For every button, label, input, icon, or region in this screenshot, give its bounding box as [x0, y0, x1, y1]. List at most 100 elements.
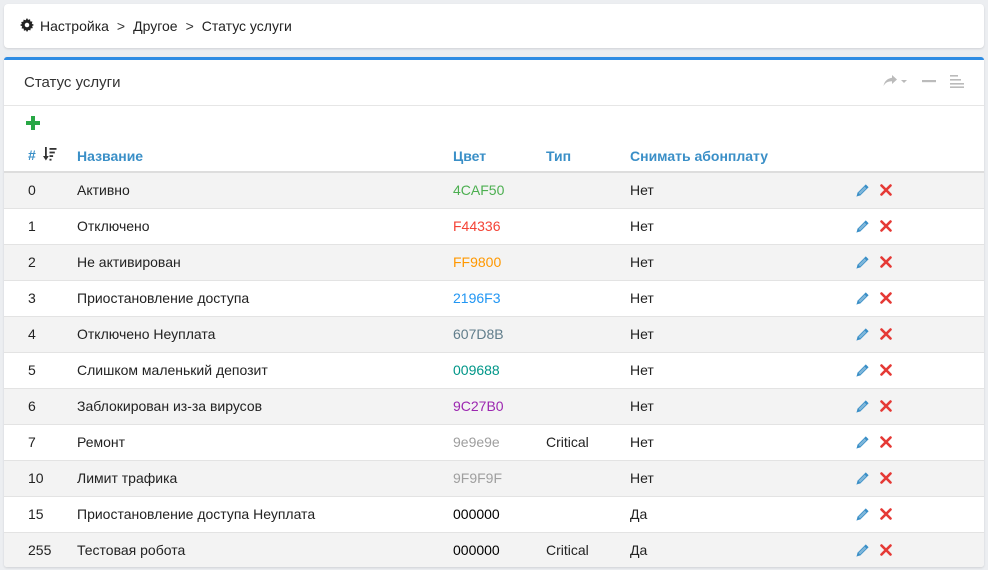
column-header-type[interactable]: Тип: [546, 140, 630, 173]
cell-fee: Нет: [630, 387, 855, 424]
pencil-icon[interactable]: [855, 399, 870, 414]
cell-type: Critical: [546, 531, 630, 567]
table-row: 3 Приостановление доступа 2196F3 Нет: [4, 279, 984, 316]
pencil-icon[interactable]: [855, 219, 870, 234]
cell-color: 9e9e9e: [453, 423, 546, 460]
cell-actions: [855, 531, 984, 567]
close-icon[interactable]: [880, 436, 892, 448]
cell-fee: Нет: [630, 459, 855, 496]
cell-color: 9C27B0: [453, 387, 546, 424]
close-icon[interactable]: [880, 256, 892, 268]
pencil-icon[interactable]: [855, 291, 870, 306]
cell-fee: Нет: [630, 171, 855, 208]
cell-type: [546, 459, 630, 496]
breadcrumb-item-current: Статус услуги: [201, 18, 292, 34]
table-row: 6 Заблокирован из-за вирусов 9C27B0 Нет: [4, 387, 984, 424]
pencil-icon[interactable]: [855, 543, 870, 558]
table-row: 0 Активно 4CAF50 Нет: [4, 171, 984, 208]
gear-icon: [20, 18, 36, 34]
cell-id: 0: [4, 171, 77, 208]
cell-id: 255: [4, 531, 77, 567]
list-icon[interactable]: [950, 74, 964, 88]
close-icon[interactable]: [880, 364, 892, 376]
cell-id: 5: [4, 351, 77, 388]
table-row: 255 Тестовая робота 000000 Critical Да: [4, 531, 984, 567]
close-icon[interactable]: [880, 292, 892, 304]
pencil-icon[interactable]: [855, 255, 870, 270]
panel-header: Статус услуги: [4, 60, 984, 106]
cell-id: 1: [4, 207, 77, 244]
cell-name: Активно: [77, 171, 453, 208]
cell-color: F44336: [453, 207, 546, 244]
cell-fee: Нет: [630, 207, 855, 244]
table-row: 15 Приостановление доступа Неуплата 0000…: [4, 495, 984, 532]
sort-desc-icon[interactable]: [42, 147, 57, 164]
table-row: 7 Ремонт 9e9e9e Critical Нет: [4, 423, 984, 460]
column-header-id-label: #: [28, 146, 36, 163]
status-table: # Название Цвет Тип Снимать абонплату 0 …: [4, 140, 984, 567]
cell-id: 3: [4, 279, 77, 316]
column-header-fee[interactable]: Снимать абонплату: [630, 140, 855, 173]
column-header-name[interactable]: Название: [77, 140, 453, 173]
cell-actions: [855, 459, 984, 496]
pencil-icon[interactable]: [855, 471, 870, 486]
cell-name: Не активирован: [77, 243, 453, 280]
table-row: 1 Отключено F44336 Нет: [4, 207, 984, 244]
pencil-icon[interactable]: [855, 327, 870, 342]
cell-color: 607D8B: [453, 315, 546, 352]
pencil-icon[interactable]: [855, 435, 870, 450]
cell-actions: [855, 351, 984, 388]
cell-type: [546, 351, 630, 388]
service-status-panel: Статус услуги # Название Цвет Тип Снимат…: [4, 57, 984, 567]
cell-name: Отключено: [77, 207, 453, 244]
close-icon[interactable]: [880, 544, 892, 557]
cell-actions: [855, 315, 984, 352]
pencil-icon[interactable]: [855, 183, 870, 198]
cell-id: 6: [4, 387, 77, 424]
cell-type: [546, 243, 630, 280]
breadcrumb-separator: >: [185, 18, 194, 34]
table-row: 5 Слишком маленький депозит 009688 Нет: [4, 351, 984, 388]
column-header-id[interactable]: #: [4, 140, 77, 173]
plus-icon[interactable]: [26, 112, 40, 134]
pencil-icon[interactable]: [855, 507, 870, 522]
cell-color: 2196F3: [453, 279, 546, 316]
close-icon[interactable]: [880, 184, 892, 197]
close-icon[interactable]: [880, 508, 892, 520]
cell-type: [546, 279, 630, 316]
cell-id: 15: [4, 495, 77, 532]
pencil-icon[interactable]: [855, 363, 870, 378]
breadcrumb: Настройка > Другое > Статус услуги: [4, 4, 984, 48]
cell-color: 000000: [453, 531, 546, 567]
close-icon[interactable]: [880, 400, 892, 412]
cell-name: Отключено Неуплата: [77, 315, 453, 352]
cell-color: 000000: [453, 495, 546, 532]
cell-fee: Да: [630, 495, 855, 532]
minimize-icon[interactable]: [922, 74, 936, 88]
close-icon[interactable]: [880, 220, 892, 232]
table-row: 4 Отключено Неуплата 607D8B Нет: [4, 315, 984, 352]
cell-name: Ремонт: [77, 423, 453, 460]
breadcrumb-item-settings[interactable]: Настройка: [40, 18, 109, 34]
cell-actions: [855, 495, 984, 532]
cell-fee: Нет: [630, 279, 855, 316]
cell-color: FF9800: [453, 243, 546, 280]
cell-name: Приостановление доступа Неуплата: [77, 495, 453, 532]
cell-type: [546, 171, 630, 208]
cell-id: 4: [4, 315, 77, 352]
breadcrumb-item-other[interactable]: Другое: [133, 18, 177, 34]
cell-id: 7: [4, 423, 77, 460]
cell-color: 4CAF50: [453, 171, 546, 208]
cell-actions: [855, 279, 984, 316]
panel-tools: [882, 74, 964, 88]
cell-id: 10: [4, 459, 77, 496]
cell-color: 9F9F9F: [453, 459, 546, 496]
cell-color: 009688: [453, 351, 546, 388]
table-row: 10 Лимит трафика 9F9F9F Нет: [4, 459, 984, 496]
close-icon[interactable]: [880, 328, 892, 340]
share-icon[interactable]: [882, 74, 908, 88]
cell-actions: [855, 171, 984, 208]
table-body: 0 Активно 4CAF50 Нет 1 Отключено F44336 …: [4, 171, 984, 567]
close-icon[interactable]: [880, 472, 892, 484]
column-header-color[interactable]: Цвет: [453, 140, 546, 173]
